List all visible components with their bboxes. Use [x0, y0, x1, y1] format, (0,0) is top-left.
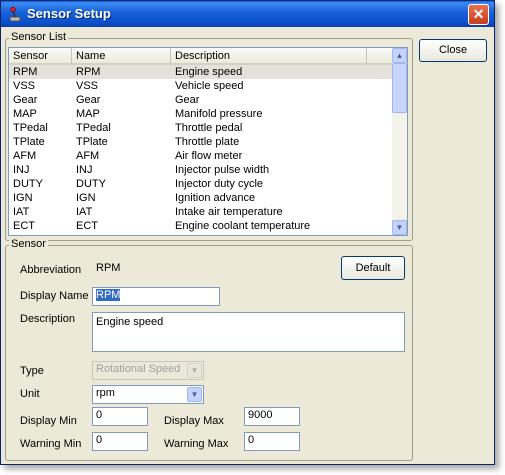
type-dropdown-icon: ▼ — [187, 363, 202, 378]
warning-min-label: Warning Min — [20, 438, 82, 450]
name-cell: Gear — [76, 94, 101, 106]
sensor-cell: RPM — [13, 66, 38, 78]
scroll-thumb[interactable] — [392, 63, 407, 113]
table-row[interactable]: MAP MAP Manifold pressure — [9, 107, 393, 121]
sensor-cell: AFM — [13, 150, 37, 162]
table-row[interactable]: TPedal TPedal Throttle pedal — [9, 121, 393, 135]
table-row[interactable]: DUTY DUTY Injector duty cycle — [9, 177, 393, 191]
sensor-cell: IGN — [13, 192, 33, 204]
display-name-value: RPM — [96, 289, 121, 301]
name-cell: RPM — [76, 66, 101, 78]
sensor-list[interactable]: Sensor Name Description RPM RPM Engine spe… — [8, 47, 408, 236]
display-name-label: Display Name — [20, 290, 89, 302]
type-combobox: Rotational Speed ▼ — [92, 361, 204, 380]
sensor-list-group-label: Sensor List — [9, 31, 69, 43]
description-cell: Injector pulse width — [175, 164, 270, 176]
close-button[interactable]: Close — [419, 39, 487, 62]
type-label: Type — [20, 365, 44, 377]
warning-min-field[interactable]: 0 — [92, 432, 148, 451]
name-cell: INJ — [76, 164, 93, 176]
description-cell: Manifold pressure — [175, 108, 263, 120]
name-cell: TPlate — [76, 136, 108, 148]
table-row[interactable]: AFM AFM Air flow meter — [9, 149, 393, 163]
name-cell: ECT — [76, 220, 98, 232]
column-header-name[interactable]: Name — [72, 48, 171, 65]
name-cell: VSS — [76, 80, 99, 92]
table-row[interactable]: IGN IGN Ignition advance — [9, 191, 393, 205]
title-bar[interactable]: Sensor Setup ✕ — [1, 1, 494, 27]
name-cell: DUTY — [76, 178, 106, 190]
display-max-field[interactable]: 9000 — [244, 407, 300, 426]
display-min-label: Display Min — [20, 415, 77, 427]
table-row[interactable]: ECT ECT Engine coolant temperature — [9, 219, 393, 233]
sensor-cell: VSS — [13, 80, 36, 92]
description-cell: Throttle plate — [175, 136, 240, 148]
joystick-icon — [9, 6, 21, 22]
name-cell: IAT — [76, 206, 93, 218]
warning-max-label: Warning Max — [164, 438, 229, 450]
scroll-down-icon[interactable]: ▼ — [392, 220, 407, 235]
display-max-label: Display Max — [164, 415, 224, 427]
warning-max-field[interactable]: 0 — [244, 432, 300, 451]
sensor-list-rows: RPM RPM Engine speed VSS VSS Vehicle speed Gea… — [9, 65, 393, 233]
table-row[interactable]: INJ INJ Injector pulse width — [9, 163, 393, 177]
sensor-cell: TPlate — [13, 136, 45, 148]
name-cell: AFM — [76, 150, 100, 162]
unit-value: rpm — [96, 387, 115, 399]
description-cell: Air flow meter — [175, 150, 243, 162]
sensor-cell: IAT — [13, 206, 30, 218]
description-cell: Throttle pedal — [175, 122, 243, 134]
description-field[interactable]: Engine speed — [92, 312, 405, 352]
name-cell: TPedal — [76, 122, 111, 134]
table-row[interactable]: TPlate TPlate Throttle plate — [9, 135, 393, 149]
type-value: Rotational Speed — [96, 363, 181, 375]
table-row[interactable]: VSS VSS Vehicle speed — [9, 79, 393, 93]
unit-label: Unit — [20, 388, 40, 400]
sensor-setup-window: Sensor Setup ✕ Sensor List Sensor Name D… — [0, 0, 495, 465]
default-button[interactable]: Default — [341, 256, 405, 280]
list-scrollbar[interactable]: ▲ ▼ — [392, 48, 407, 235]
abbreviation-label: Abbreviation — [20, 264, 82, 276]
sensor-cell: INJ — [13, 164, 30, 176]
unit-dropdown-icon[interactable]: ▼ — [187, 387, 202, 402]
description-cell: Injector duty cycle — [175, 178, 264, 190]
sensor-cell: Gear — [13, 94, 38, 106]
unit-combobox[interactable]: rpm ▼ — [92, 385, 204, 404]
abbreviation-field: RPM — [92, 260, 164, 279]
description-cell: Intake air temperature — [175, 206, 283, 218]
column-header-sensor[interactable]: Sensor — [9, 48, 72, 65]
sensor-cell: TPedal — [13, 122, 48, 134]
display-name-field[interactable]: RPM — [92, 287, 220, 306]
column-header-description[interactable]: Description — [171, 48, 367, 65]
table-row[interactable]: Gear Gear Gear — [9, 93, 393, 107]
description-cell: Vehicle speed — [175, 80, 244, 92]
scroll-up-icon[interactable]: ▲ — [392, 48, 407, 63]
display-min-field[interactable]: 0 — [92, 407, 148, 426]
sensor-list-header: Sensor Name Description — [9, 48, 393, 65]
description-cell: Engine speed — [175, 66, 243, 78]
description-cell: Gear — [175, 94, 200, 106]
description-label: Description — [20, 313, 76, 325]
description-cell: Engine coolant temperature — [175, 220, 311, 232]
sensor-cell: MAP — [13, 108, 37, 120]
description-cell: Ignition advance — [175, 192, 256, 204]
column-header-spacer — [367, 48, 393, 65]
sensor-group-label: Sensor — [9, 238, 48, 250]
sensor-cell: ECT — [13, 220, 35, 232]
name-cell: MAP — [76, 108, 100, 120]
table-row[interactable]: IAT IAT Intake air temperature — [9, 205, 393, 219]
window-title: Sensor Setup — [27, 6, 111, 21]
window-close-icon[interactable]: ✕ — [468, 4, 489, 25]
sensor-cell: DUTY — [13, 178, 43, 190]
name-cell: IGN — [76, 192, 96, 204]
table-row[interactable]: RPM RPM Engine speed — [9, 65, 393, 79]
